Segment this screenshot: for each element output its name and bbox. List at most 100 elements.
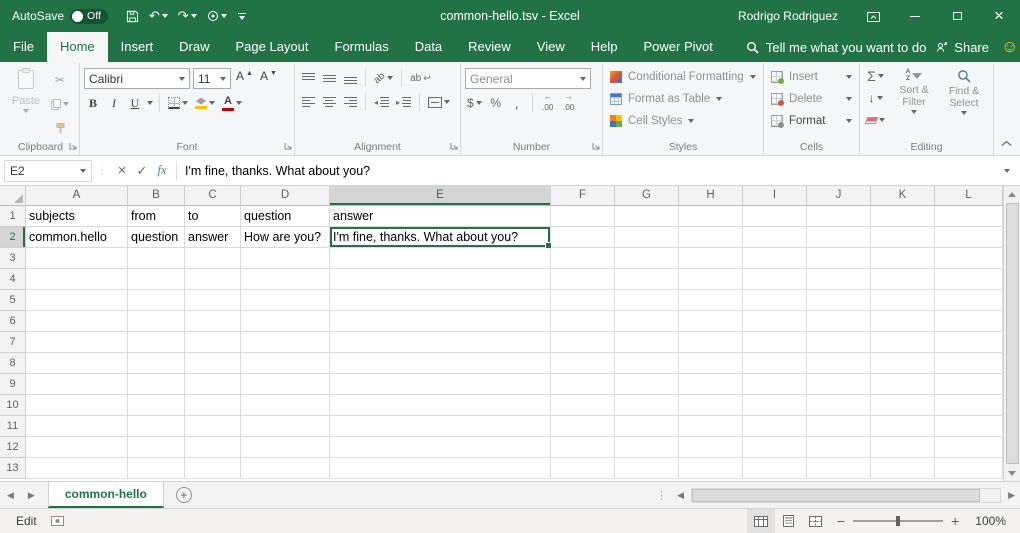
normal-view-icon[interactable]	[747, 509, 775, 533]
cell-A4[interactable]	[26, 269, 128, 290]
cell-K3[interactable]	[871, 248, 935, 269]
cell-L13[interactable]	[935, 458, 1003, 479]
cell-H2[interactable]	[679, 227, 743, 248]
horizontal-scroll-thumb[interactable]	[692, 489, 980, 502]
cell-B3[interactable]	[128, 248, 185, 269]
font-color-button[interactable]: A	[220, 93, 244, 113]
row-header-9[interactable]: 9	[0, 374, 26, 395]
cell-B7[interactable]	[128, 332, 185, 353]
cell-H3[interactable]	[679, 248, 743, 269]
cell-D3[interactable]	[241, 248, 330, 269]
cell-C9[interactable]	[185, 374, 241, 395]
cell-F1[interactable]	[551, 206, 615, 227]
cell-D6[interactable]	[241, 311, 330, 332]
font-name-select[interactable]: Calibri	[84, 68, 190, 89]
cell-G13[interactable]	[615, 458, 679, 479]
paste-button[interactable]: Paste	[6, 66, 46, 138]
cell-I5[interactable]	[743, 290, 807, 311]
cell-D1[interactable]: question	[241, 206, 330, 227]
sheet-nav-next-icon[interactable]: ▶	[21, 490, 42, 501]
find-select-button[interactable]: Find & Select	[941, 66, 987, 130]
row-header-4[interactable]: 4	[0, 269, 26, 290]
accounting-format-button[interactable]: $	[465, 93, 484, 113]
align-left-button[interactable]	[299, 92, 317, 112]
fill-button[interactable]: ↓	[864, 88, 887, 108]
customize-qat-icon[interactable]	[233, 13, 251, 20]
cell-A5[interactable]	[26, 290, 128, 311]
cell-F8[interactable]	[551, 353, 615, 374]
touch-mode-icon[interactable]	[203, 4, 231, 28]
vertical-scroll-thumb[interactable]	[1006, 203, 1019, 464]
cell-L9[interactable]	[935, 374, 1003, 395]
save-icon[interactable]	[122, 4, 143, 28]
cell-K12[interactable]	[871, 437, 935, 458]
bold-button[interactable]: B	[84, 93, 102, 113]
cell-K1[interactable]	[871, 206, 935, 227]
insert-cells-button[interactable]: Insert	[768, 66, 855, 88]
cell-G10[interactable]	[615, 395, 679, 416]
user-name[interactable]: Rodrigo Rodriguez	[738, 9, 838, 23]
collapse-ribbon-icon[interactable]	[1001, 136, 1012, 150]
ribbon-display-options-icon[interactable]	[852, 0, 894, 32]
cell-J11[interactable]	[807, 416, 871, 437]
cell-K7[interactable]	[871, 332, 935, 353]
sort-filter-button[interactable]: AZ Sort & Filter	[891, 66, 937, 130]
tab-home[interactable]: Home	[47, 32, 108, 62]
cell-H11[interactable]	[679, 416, 743, 437]
cell-B13[interactable]	[128, 458, 185, 479]
zoom-in-button[interactable]: +	[943, 513, 967, 529]
insert-function-icon[interactable]: fx	[152, 160, 172, 182]
cell-J7[interactable]	[807, 332, 871, 353]
middle-align-button[interactable]	[320, 68, 338, 88]
hscroll-right-icon[interactable]: ▶	[1003, 490, 1020, 501]
column-header-G[interactable]: G	[615, 186, 679, 206]
decrease-decimal-button[interactable]: →.00	[560, 93, 578, 113]
column-header-I[interactable]: I	[743, 186, 807, 206]
minimize-button[interactable]	[894, 0, 936, 32]
orientation-button[interactable]: ab	[372, 68, 395, 88]
increase-indent-button[interactable]: ▸	[394, 92, 413, 112]
expand-formula-bar-icon[interactable]	[1004, 169, 1010, 173]
bottom-align-button[interactable]	[341, 68, 359, 88]
macro-record-icon[interactable]	[51, 516, 64, 526]
scroll-up-icon[interactable]	[1004, 186, 1020, 202]
cell-K2[interactable]	[871, 227, 935, 248]
cell-F10[interactable]	[551, 395, 615, 416]
cell-E9[interactable]	[330, 374, 551, 395]
tab-formulas[interactable]: Formulas	[322, 32, 402, 62]
cell-C1[interactable]: to	[185, 206, 241, 227]
cell-E10[interactable]	[330, 395, 551, 416]
cell-B4[interactable]	[128, 269, 185, 290]
cell-I6[interactable]	[743, 311, 807, 332]
tab-file[interactable]: File	[0, 32, 47, 62]
cell-L1[interactable]	[935, 206, 1003, 227]
cell-E11[interactable]	[330, 416, 551, 437]
cell-D5[interactable]	[241, 290, 330, 311]
cell-F12[interactable]	[551, 437, 615, 458]
cell-L12[interactable]	[935, 437, 1003, 458]
cell-I13[interactable]	[743, 458, 807, 479]
column-header-F[interactable]: F	[551, 186, 615, 206]
cell-F6[interactable]	[551, 311, 615, 332]
cell-A2[interactable]: common.hello	[26, 227, 128, 248]
share-button[interactable]: Share	[926, 32, 999, 62]
cell-G2[interactable]	[615, 227, 679, 248]
align-right-button[interactable]	[341, 92, 359, 112]
cell-E6[interactable]	[330, 311, 551, 332]
undo-icon[interactable]: ↶	[145, 4, 172, 28]
increase-font-size-button[interactable]: A▲	[234, 69, 255, 89]
cell-G6[interactable]	[615, 311, 679, 332]
row-header-11[interactable]: 11	[0, 416, 26, 437]
cell-J9[interactable]	[807, 374, 871, 395]
cell-L8[interactable]	[935, 353, 1003, 374]
row-header-10[interactable]: 10	[0, 395, 26, 416]
cell-G3[interactable]	[615, 248, 679, 269]
page-layout-view-icon[interactable]	[775, 509, 802, 533]
font-dialog-launcher-icon[interactable]	[284, 139, 292, 153]
cell-F13[interactable]	[551, 458, 615, 479]
vertical-scrollbar[interactable]	[1003, 186, 1020, 481]
cell-B12[interactable]	[128, 437, 185, 458]
cell-D11[interactable]	[241, 416, 330, 437]
cell-B8[interactable]	[128, 353, 185, 374]
redo-icon[interactable]: ↷	[174, 4, 201, 28]
